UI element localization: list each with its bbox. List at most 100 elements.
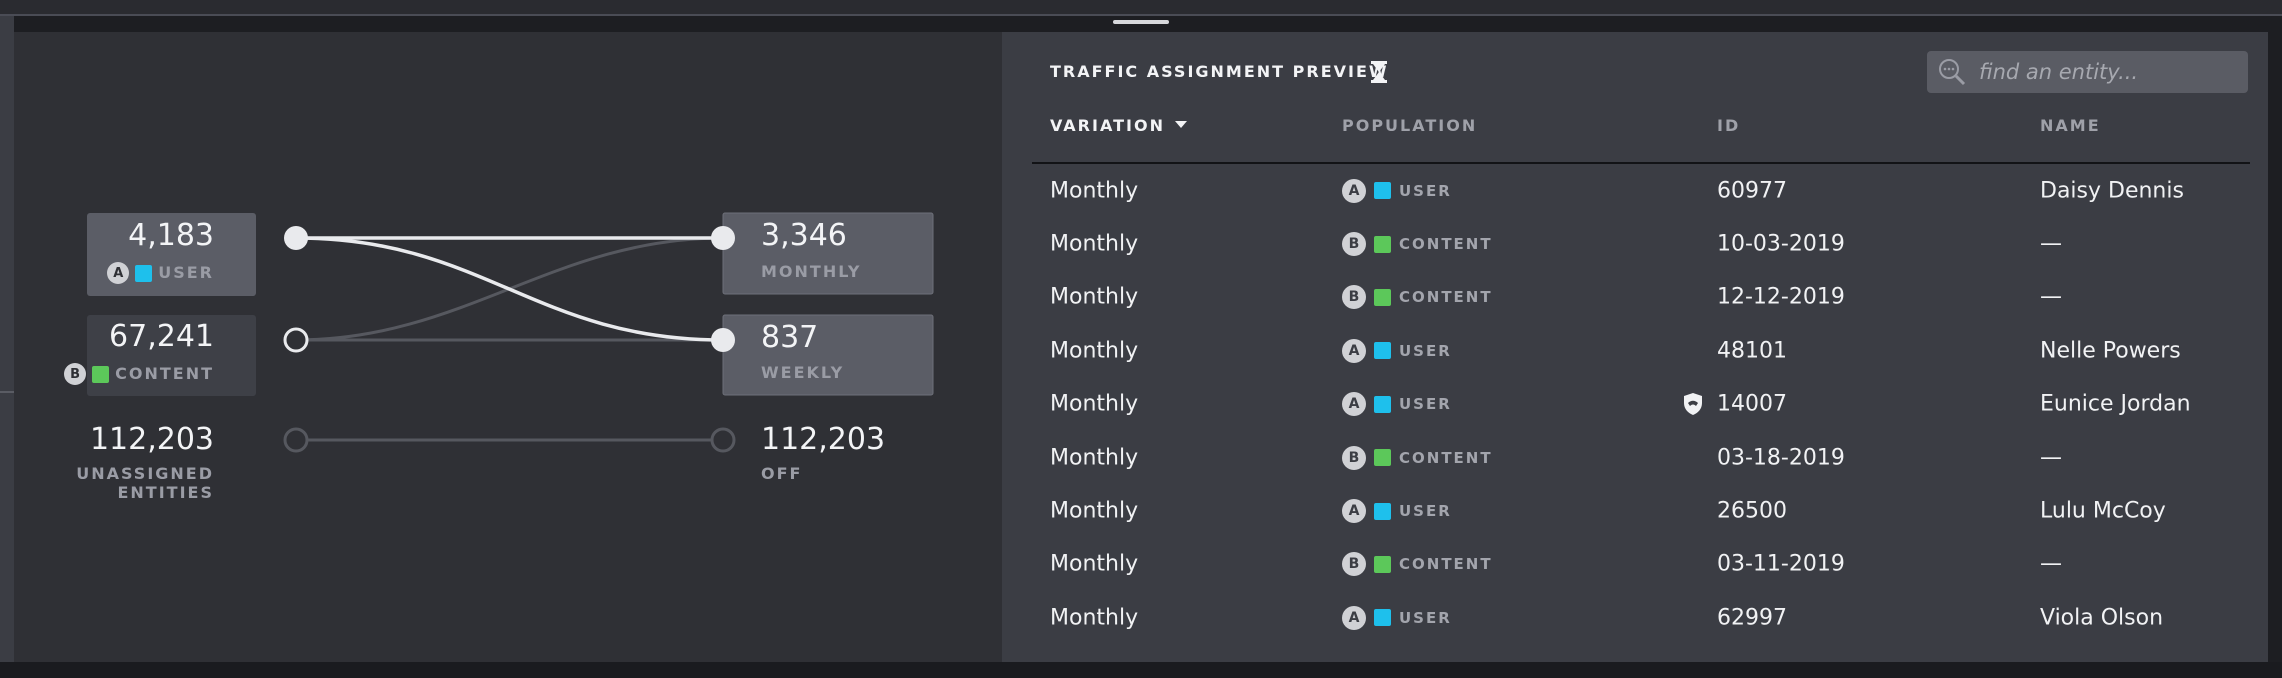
name-cell: —: [2040, 551, 2062, 577]
population-label: USER: [1399, 181, 1452, 200]
sort-caret-icon: [1174, 121, 1187, 128]
source-node-unassigned: 112,203 UNASSIGNED ENTITIES: [76, 415, 256, 515]
column-header-id[interactable]: ID: [1717, 116, 1740, 135]
source-count: 112,203: [89, 422, 214, 457]
variation-cell: Monthly: [1050, 338, 1139, 364]
name-cell: —: [2040, 284, 2062, 310]
population-badge: A: [1342, 605, 1366, 630]
variation-cell: Monthly: [1050, 178, 1139, 204]
name-cell: Lulu McCoy: [2040, 498, 2166, 524]
population-badge: A: [1342, 338, 1366, 363]
table-row[interactable]: Monthly A USER 48101 Nelle Powers: [1002, 324, 2268, 377]
population-cell: A USER: [1342, 499, 1452, 524]
population-swatch: [1374, 555, 1391, 573]
shield-icon: [1684, 393, 1702, 416]
column-header-variation[interactable]: VARIATION: [1050, 116, 1187, 135]
target-node-weekly[interactable]: 837 WEEKLY: [723, 315, 933, 395]
population-badge: B: [1342, 445, 1366, 470]
population-badge: A: [1342, 499, 1366, 524]
population-badge: B: [64, 363, 87, 385]
population-swatch: [135, 264, 153, 282]
bottom-strip: [0, 662, 2282, 678]
target-count: 112,203: [761, 422, 886, 457]
population-swatch: [1374, 182, 1391, 200]
source-node-content[interactable]: 67,241 B CONTENT: [64, 315, 256, 396]
population-swatch: [1374, 449, 1391, 467]
population-swatch: [1374, 288, 1391, 306]
variation-cell: Monthly: [1050, 231, 1139, 257]
population-swatch: [1374, 395, 1391, 413]
source-port-user[interactable]: [284, 226, 308, 250]
column-header-name[interactable]: NAME: [2040, 116, 2101, 135]
id-cell: 03-18-2019: [1717, 445, 1845, 471]
population-cell: B CONTENT: [1342, 285, 1493, 310]
table-row[interactable]: Monthly A USER 60977 Daisy Dennis: [1002, 164, 2268, 217]
population-swatch: [1374, 502, 1391, 520]
traffic-assignment-preview: TRAFFIC ASSIGNMENT PREVIEW VARIATION POP…: [1002, 32, 2268, 662]
target-node-monthly[interactable]: 3,346 MONTHLY: [723, 213, 933, 294]
variation-cell: Monthly: [1050, 445, 1139, 471]
target-count: 3,346: [761, 218, 847, 253]
population-badge: B: [1342, 552, 1366, 577]
population-swatch: [1374, 609, 1391, 627]
population-label: CONTENT: [1399, 235, 1493, 254]
column-header-population[interactable]: POPULATION: [1342, 116, 1477, 135]
target-label: WEEKLY: [761, 363, 845, 382]
search-input[interactable]: [1979, 60, 2239, 84]
top-panel-strip: [0, 0, 2282, 16]
population-cell: B CONTENT: [1342, 445, 1493, 470]
source-population: B CONTENT: [64, 363, 214, 385]
population-cell: B CONTENT: [1342, 232, 1493, 257]
id-cell: 26500: [1717, 498, 1787, 524]
population-label: USER: [1399, 341, 1452, 360]
source-port-unassigned[interactable]: [283, 427, 309, 453]
table-row[interactable]: Monthly B CONTENT 03-18-2019 —: [1002, 431, 2268, 484]
population-swatch: [1374, 342, 1391, 360]
population-label: USER: [1399, 608, 1452, 627]
id-cell: 60977: [1717, 178, 1787, 204]
column-header-label: VARIATION: [1050, 116, 1165, 135]
source-count: 4,183: [128, 218, 214, 253]
id-cell: 62997: [1717, 605, 1787, 631]
population-badge: A: [107, 262, 130, 284]
population-label: CONTENT: [1399, 288, 1493, 307]
table-row[interactable]: Monthly B CONTENT 03-11-2019 —: [1002, 538, 2268, 591]
id-cell: 10-03-2019: [1717, 231, 1845, 257]
population-badge: A: [1342, 392, 1366, 417]
id-cell: 48101: [1717, 338, 1787, 364]
population-badge: A: [1342, 178, 1366, 203]
table-row[interactable]: Monthly A USER 62997 Viola Olson: [1002, 591, 2268, 644]
name-cell: —: [2040, 445, 2062, 471]
table-row[interactable]: Monthly A USER 14007 Eunice Jordan: [1002, 378, 2268, 431]
table-row[interactable]: Monthly B CONTENT 12-12-2019 —: [1002, 271, 2268, 324]
entity-search[interactable]: [1927, 51, 2248, 93]
table-row[interactable]: Monthly A USER 26500 Lulu McCoy: [1002, 484, 2268, 537]
population-cell: A USER: [1342, 338, 1452, 363]
unassigned-label-line1: UNASSIGNED: [76, 464, 214, 483]
population-label: CONTENT: [115, 364, 214, 383]
name-cell: —: [2040, 231, 2062, 257]
panel-title: TRAFFIC ASSIGNMENT PREVIEW: [1050, 62, 1389, 81]
target-count: 837: [761, 320, 819, 355]
population-badge: B: [1342, 285, 1366, 310]
population-label: USER: [1399, 502, 1452, 521]
name-cell: Eunice Jordan: [2040, 391, 2191, 417]
table-row[interactable]: Monthly B CONTENT 10-03-2019 —: [1002, 217, 2268, 270]
population-swatch: [92, 365, 110, 383]
source-node-user[interactable]: 4,183 A USER: [87, 213, 256, 296]
source-port-content[interactable]: [283, 327, 309, 353]
id-cell: 14007: [1717, 391, 1787, 417]
id-cell: 03-11-2019: [1717, 551, 1845, 577]
search-icon: [1939, 59, 1966, 86]
hourglass-icon[interactable]: [1371, 61, 1387, 83]
panel-resize-handle[interactable]: [1113, 20, 1169, 24]
table-body: Monthly A USER 60977 Daisy Dennis Monthly…: [1002, 164, 2268, 645]
population-cell: B CONTENT: [1342, 552, 1493, 577]
population-cell: A USER: [1342, 392, 1452, 417]
name-cell: Viola Olson: [2040, 605, 2164, 631]
link-user-weekly: [295, 236, 724, 342]
population-badge: B: [1342, 232, 1366, 257]
target-label: OFF: [761, 464, 803, 483]
variation-cell: Monthly: [1050, 391, 1139, 417]
name-cell: Nelle Powers: [2040, 338, 2181, 364]
